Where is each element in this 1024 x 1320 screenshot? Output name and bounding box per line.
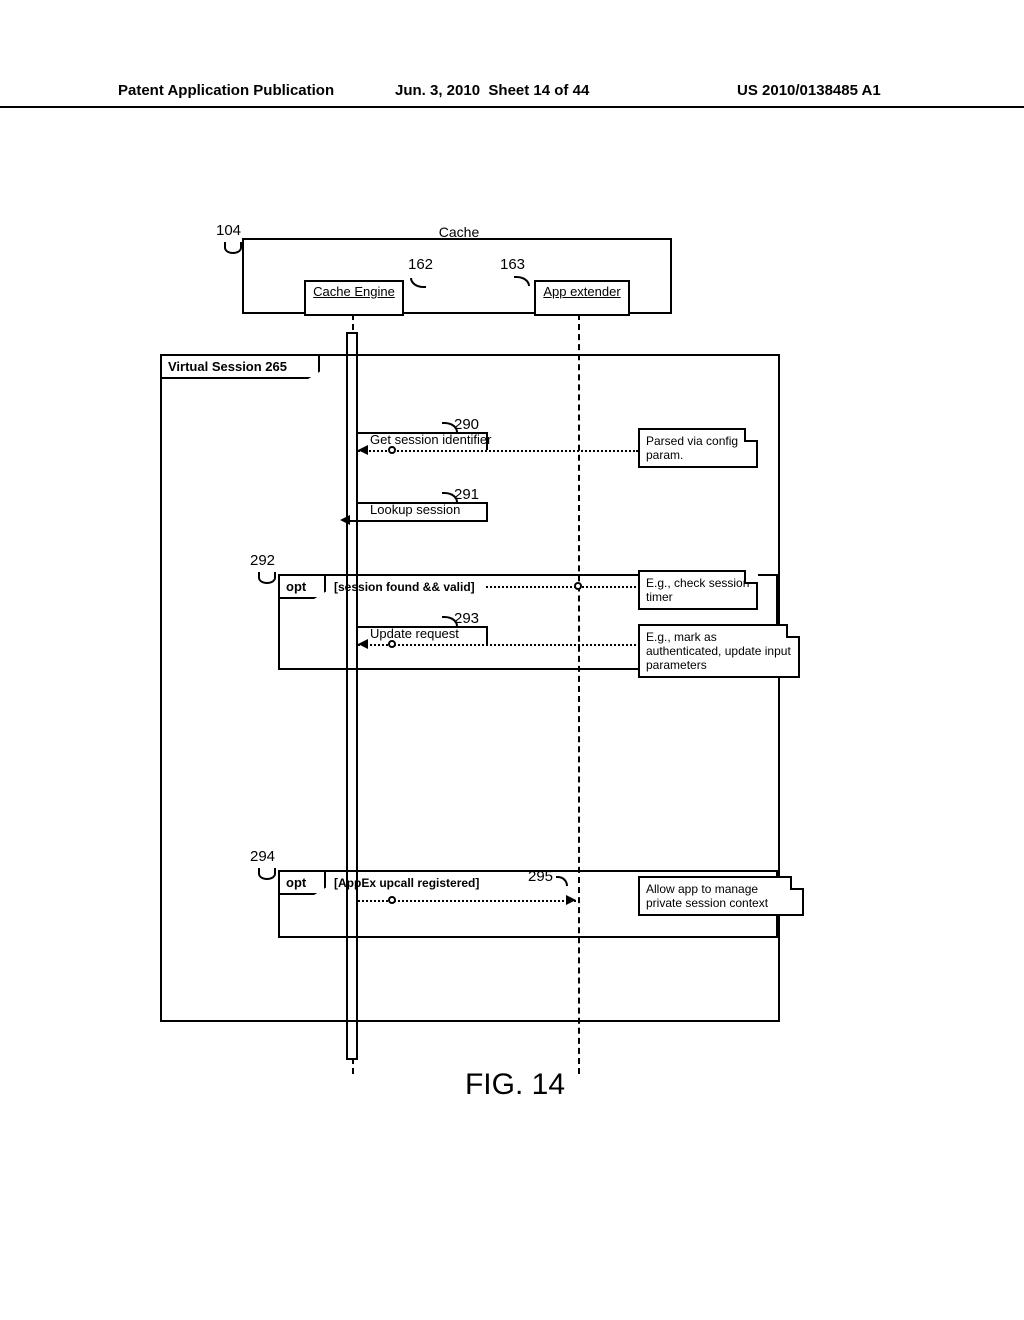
ref-163: 163 <box>500 256 525 273</box>
ref-294: 294 <box>250 848 275 865</box>
header-pubnum: US 2010/0138485 A1 <box>737 82 881 99</box>
ref-104: 104 <box>216 222 241 239</box>
msg-293-arrow <box>358 639 368 649</box>
msg-293-label: Update request <box>370 626 459 641</box>
ref-104-arc <box>224 242 242 254</box>
msg-290-out <box>358 432 488 434</box>
ref-295: 295 <box>528 868 553 885</box>
app-extender-box: App extender <box>534 280 630 316</box>
sequence-diagram: 104 Cache Cache Engine App extender 162 … <box>160 210 870 1080</box>
header-center: Jun. 3, 2010 Sheet 14 of 44 <box>395 82 589 99</box>
figure-label: FIG. 14 <box>465 1068 565 1102</box>
msg-293-out <box>358 626 488 628</box>
msg-291-label: Lookup session <box>370 502 460 517</box>
msg-291-drop <box>486 502 488 520</box>
cache-box: Cache Cache Engine App extender <box>242 238 672 314</box>
note-293: E.g., mark as authenticated, update inpu… <box>638 624 800 678</box>
note-290: Parsed via config param. <box>638 428 758 468</box>
guard-294: [AppEx upcall registered] <box>334 876 479 890</box>
msg-290-arrow <box>358 445 368 455</box>
msg-290-label: Get session identifier <box>370 432 491 447</box>
cache-engine-label: Cache Engine <box>313 284 395 299</box>
msg-291-out <box>358 502 488 504</box>
app-extender-label: App extender <box>543 284 620 299</box>
frame-opt-292-header: opt <box>278 574 326 599</box>
msg-293-drop <box>486 626 488 644</box>
header-left: Patent Application Publication <box>118 82 334 99</box>
msg-293-circle <box>388 640 396 648</box>
cache-engine-box: Cache Engine <box>304 280 404 316</box>
frame-virtual-session-header: Virtual Session 265 <box>160 354 320 379</box>
msg-290-return <box>358 450 638 452</box>
msg-293-return <box>358 644 636 646</box>
ref-162: 162 <box>408 256 433 273</box>
frame-opt-294-header: opt <box>278 870 326 895</box>
msg-291-return <box>346 520 488 522</box>
msg-290-circle <box>388 446 396 454</box>
msg-290-drop <box>486 432 488 450</box>
note-292: E.g., check session timer <box>638 570 758 610</box>
ref-292: 292 <box>250 552 275 569</box>
guard-292-circle <box>574 582 582 590</box>
msg-295-arrow <box>566 895 576 905</box>
cache-title: Cache <box>414 224 504 240</box>
msg-295-circle <box>388 896 396 904</box>
guard-292: [session found && valid] <box>334 580 475 594</box>
header-rule <box>0 106 1024 108</box>
guard-292-dash <box>486 586 636 588</box>
note-295: Allow app to manage private session cont… <box>638 876 804 916</box>
msg-291-arrow <box>340 515 350 525</box>
